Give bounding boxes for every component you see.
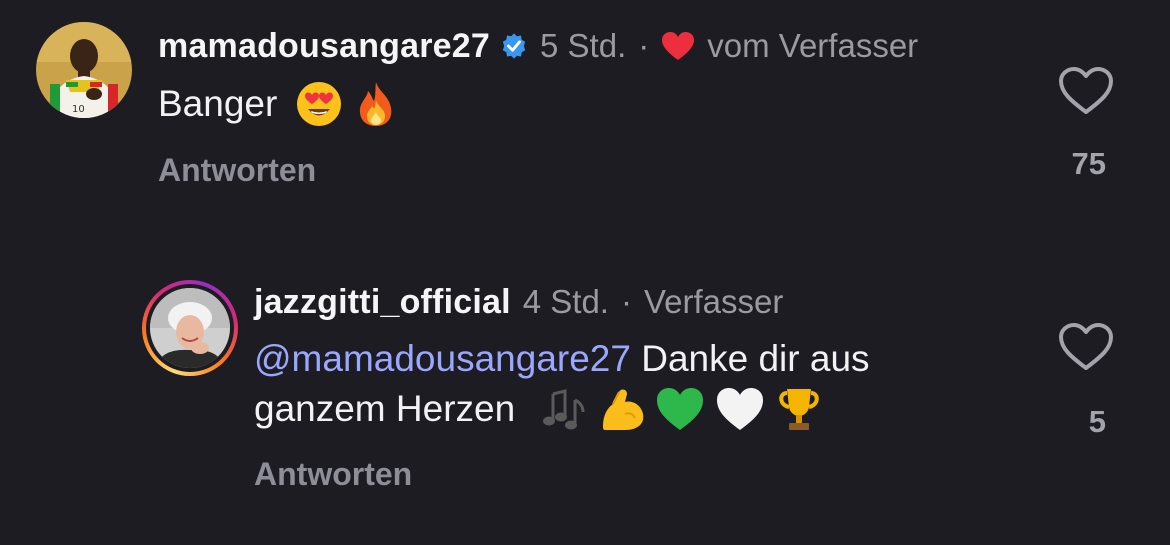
- smiling-face-heart-eyes-icon: [297, 82, 342, 126]
- separator: ·: [638, 27, 650, 64]
- like-heart-icon[interactable]: [1058, 322, 1114, 372]
- author-like-label: vom Verfasser: [707, 27, 919, 64]
- comment-text: Banger: [158, 80, 397, 128]
- comment-reply: jazzgitti_official 4 Std. · Verfasser @m…: [0, 270, 1170, 540]
- mention-link[interactable]: @mamadousangare27: [254, 338, 631, 379]
- green-heart-icon: [657, 388, 704, 430]
- timestamp: 5 Std.: [540, 27, 627, 64]
- username[interactable]: jazzgitti_official: [254, 283, 511, 322]
- author-badge: Verfasser: [643, 283, 784, 320]
- comment-line-1: @mamadousangare27 Danke dir aus: [254, 334, 1034, 384]
- timestamp: 4 Std.: [522, 283, 609, 320]
- comment-body-1: Danke dir aus: [630, 338, 870, 379]
- author-liked-heart-icon: [662, 32, 695, 60]
- musical-notes-icon: [543, 389, 585, 430]
- like-count: 5: [1088, 404, 1106, 439]
- like-count: 75: [1071, 146, 1106, 181]
- comment-line-2: ganzem Herzen: [254, 384, 1034, 434]
- reply-button[interactable]: Antworten: [254, 456, 412, 493]
- avatar[interactable]: 10: [36, 22, 132, 118]
- white-heart-icon: [717, 388, 764, 430]
- comment-body-2: ganzem Herzen: [254, 388, 526, 429]
- comment-header: mamadousangare27 5 Std. · vom Verfasser: [158, 24, 918, 68]
- flexed-biceps-icon: [603, 389, 644, 430]
- username[interactable]: mamadousangare27: [158, 27, 490, 66]
- trophy-icon: [779, 389, 820, 430]
- svg-text:10: 10: [72, 104, 85, 115]
- verified-badge-icon: [502, 33, 526, 59]
- comment-body: Banger: [158, 83, 278, 124]
- reply-button[interactable]: Antworten: [158, 152, 316, 189]
- avatar-story-ring[interactable]: [142, 280, 238, 376]
- like-heart-icon[interactable]: [1058, 66, 1114, 116]
- avatar[interactable]: [150, 288, 230, 368]
- comment: 10 mamadousangare27 5 Std. · vom Verfass…: [0, 0, 1170, 220]
- comment-thread: 10 mamadousangare27 5 Std. · vom Verfass…: [0, 0, 1170, 545]
- comment-header: jazzgitti_official 4 Std. · Verfasser: [254, 280, 783, 324]
- comment-text: @mamadousangare27 Danke dir aus ganzem H…: [254, 334, 1034, 434]
- fire-icon: [360, 82, 392, 126]
- separator: ·: [620, 283, 632, 320]
